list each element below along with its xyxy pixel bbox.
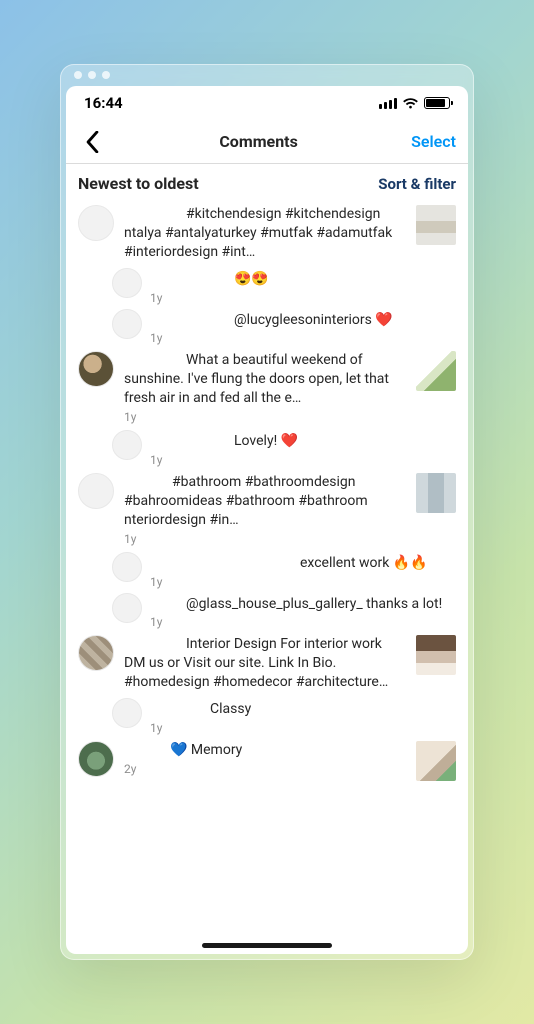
window-chrome: 16:44 Comments Select — [60, 64, 474, 960]
post-body: Interior Design For interior work DM us … — [124, 635, 406, 692]
reply-item[interactable]: 😍😍 1y — [72, 266, 462, 307]
traffic-dot — [88, 71, 96, 79]
comments-list[interactable]: #kitchendesign #kitchendesign ntalya #an… — [66, 201, 468, 954]
timestamp: 2y — [124, 762, 406, 776]
post-text: Interior Design For interior work DM us … — [124, 635, 406, 692]
post-text: 💙 Memory — [124, 741, 406, 760]
post-text: #bathroom #bathroomdesign #bahroomideas … — [124, 473, 406, 530]
avatar[interactable] — [112, 698, 142, 728]
post-text: #kitchendesign #kitchendesign ntalya #an… — [124, 205, 406, 262]
reply-text: @lucygleesoninteriors ❤️ — [150, 311, 456, 330]
post-item[interactable]: #bathroom #bathroomdesign #bahroomideas … — [72, 469, 462, 550]
timestamp: 1y — [150, 331, 456, 345]
post-body: #bathroom #bathroomdesign #bahroomideas … — [124, 473, 406, 546]
reply-item[interactable]: Classy 1y — [72, 696, 462, 737]
post-body: #kitchendesign #kitchendesign ntalya #an… — [124, 205, 406, 262]
post-thumbnail[interactable] — [416, 741, 456, 781]
wifi-icon — [402, 97, 419, 109]
status-time: 16:44 — [84, 94, 123, 112]
sort-filter-button[interactable]: Sort & filter — [378, 175, 456, 193]
battery-icon — [424, 97, 450, 109]
post-thumbnail[interactable] — [416, 351, 456, 391]
post-item[interactable]: 💙 Memory 2y — [72, 737, 462, 785]
avatar[interactable] — [112, 552, 142, 582]
timestamp: 1y — [150, 615, 456, 629]
post-text: What a beautiful weekend of sunshine. I'… — [124, 351, 406, 408]
reply-text: @glass_house_plus_gallery_ thanks a lot! — [150, 595, 456, 614]
avatar[interactable] — [112, 593, 142, 623]
avatar[interactable] — [78, 741, 114, 777]
timestamp: 1y — [150, 291, 456, 305]
post-item[interactable]: #kitchendesign #kitchendesign ntalya #an… — [72, 201, 462, 266]
post-item[interactable]: Interior Design For interior work DM us … — [72, 631, 462, 696]
avatar[interactable] — [78, 205, 114, 241]
sort-label: Newest to oldest — [78, 174, 199, 193]
back-button[interactable] — [78, 128, 106, 156]
avatar[interactable] — [78, 473, 114, 509]
nav-bar: Comments Select — [66, 120, 468, 164]
select-button[interactable]: Select — [411, 132, 456, 151]
reply-text: Lovely! ❤️ — [150, 432, 456, 451]
traffic-dot — [102, 71, 110, 79]
reply-item[interactable]: Lovely! ❤️ 1y — [72, 428, 462, 469]
post-thumbnail[interactable] — [416, 635, 456, 675]
phone-screen: 16:44 Comments Select — [66, 86, 468, 954]
cellular-signal-icon — [379, 97, 397, 109]
avatar[interactable] — [112, 430, 142, 460]
traffic-dot — [74, 71, 82, 79]
window-traffic-lights — [60, 64, 474, 86]
status-indicators — [379, 97, 450, 109]
reply-text: Classy — [150, 700, 456, 719]
avatar[interactable] — [78, 635, 114, 671]
avatar[interactable] — [112, 268, 142, 298]
home-indicator — [202, 943, 332, 948]
reply-text: excellent work 🔥🔥 — [150, 554, 456, 573]
timestamp: 1y — [150, 453, 456, 467]
reply-item[interactable]: @lucygleesoninteriors ❤️ 1y — [72, 307, 462, 348]
reply-text: 😍😍 — [150, 270, 456, 289]
post-body: What a beautiful weekend of sunshine. I'… — [124, 351, 406, 424]
post-thumbnail[interactable] — [416, 473, 456, 513]
chevron-left-icon — [85, 131, 100, 153]
status-bar: 16:44 — [66, 86, 468, 120]
page-title: Comments — [219, 132, 297, 151]
avatar[interactable] — [112, 309, 142, 339]
post-thumbnail[interactable] — [416, 205, 456, 245]
post-item[interactable]: What a beautiful weekend of sunshine. I'… — [72, 347, 462, 428]
reply-item[interactable]: excellent work 🔥🔥 1y — [72, 550, 462, 591]
post-body: 💙 Memory 2y — [124, 741, 406, 776]
timestamp: 1y — [150, 721, 456, 735]
reply-item[interactable]: @glass_house_plus_gallery_ thanks a lot!… — [72, 591, 462, 632]
timestamp: 1y — [124, 410, 406, 424]
avatar[interactable] — [78, 351, 114, 387]
list-header: Newest to oldest Sort & filter — [66, 164, 468, 201]
timestamp: 1y — [124, 532, 406, 546]
timestamp: 1y — [150, 575, 456, 589]
